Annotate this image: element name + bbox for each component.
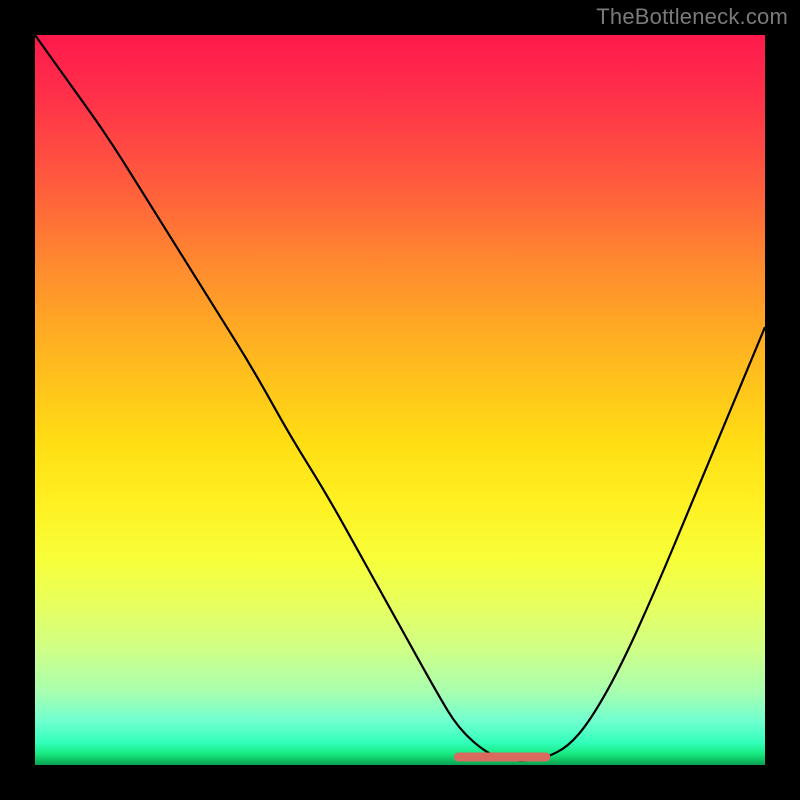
chart-frame: TheBottleneck.com (0, 0, 800, 800)
bottleneck-curve (35, 35, 765, 761)
plot-area (35, 35, 765, 765)
watermark-text: TheBottleneck.com (596, 4, 788, 30)
curve-layer (35, 35, 765, 765)
